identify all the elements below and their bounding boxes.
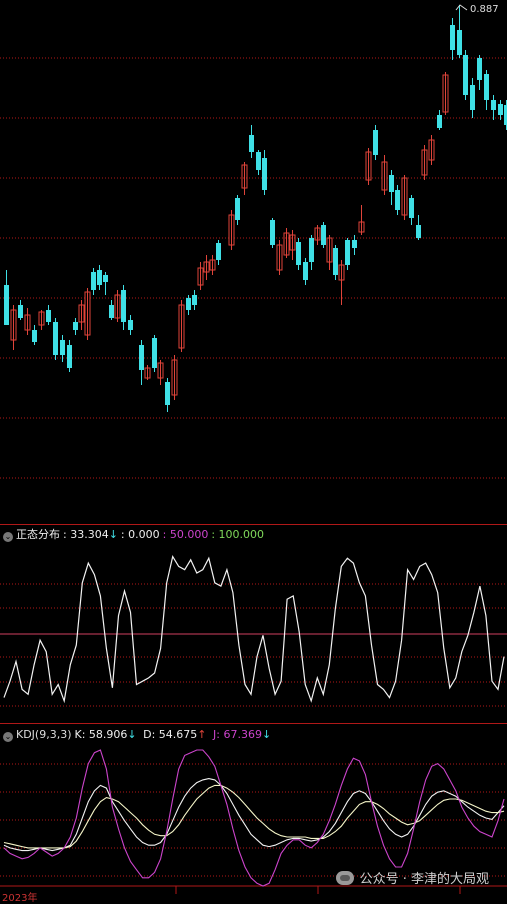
arrow-down-icon: ↓ — [127, 728, 137, 741]
candle-body-down — [437, 115, 442, 128]
candle-body-down — [270, 220, 275, 245]
candle-body-down — [457, 30, 462, 55]
price-high-label: 0.887 — [470, 4, 499, 15]
candle-body-down — [67, 345, 72, 368]
high-marker — [455, 4, 468, 11]
candlestick-chart[interactable] — [0, 0, 507, 525]
candle-body-down — [345, 240, 350, 265]
candle-body-down — [192, 295, 197, 305]
candle-body-down — [395, 190, 400, 210]
kdj-d: D: 54.675 — [143, 728, 198, 741]
indicator2-header: ⌄ KDJ(9,3,3) K: 58.906↓ D: 54.675↑ J: 67.3… — [0, 726, 507, 744]
series-kdj-d — [3, 784, 505, 849]
kdj-name: KDJ(9,3,3) — [16, 728, 72, 741]
candle-body-down — [373, 130, 378, 155]
candle-body-down — [256, 152, 261, 170]
candle-body-down — [389, 175, 394, 192]
candle-body-down — [165, 382, 170, 405]
candle-body-down — [309, 238, 314, 262]
candle-body-down — [32, 330, 37, 342]
series-kdj-j — [3, 749, 505, 887]
candle-body-down — [128, 320, 133, 330]
candle-body-down — [18, 305, 23, 318]
candle-body-down — [470, 85, 475, 110]
candle-body-down — [262, 158, 267, 190]
candle-body-down — [4, 285, 9, 325]
candle-body-down — [186, 298, 191, 310]
candle-body-down — [91, 272, 96, 290]
indicator1-v2: : 0.000 — [120, 528, 160, 541]
series-normal-distribution — [3, 555, 505, 704]
candle-body-down — [152, 338, 157, 368]
wechat-icon — [335, 870, 354, 885]
candle-body-down — [109, 305, 114, 318]
candle-body-down — [416, 225, 421, 238]
candle-body-down — [53, 322, 58, 355]
candle-body-down — [477, 58, 482, 80]
candle-body-down — [491, 100, 496, 110]
candle-body-down — [463, 55, 468, 95]
watermark: 公众号 · 李津的大局观 — [335, 868, 489, 887]
arrow-down-icon: ↓ — [261, 728, 272, 741]
candle-body-down — [121, 290, 126, 322]
watermark-text: 公众号 · 李津的大局观 — [359, 872, 489, 887]
candle-body-down — [296, 242, 301, 265]
candle-body-down — [249, 135, 254, 152]
candle-body-down — [321, 225, 326, 245]
normal-distribution-chart[interactable] — [0, 544, 507, 724]
candle-body-down — [409, 198, 414, 218]
arrow-up-icon: ↑ — [197, 728, 207, 741]
candle-body-down — [333, 248, 338, 275]
candle-body-down — [46, 310, 51, 322]
indicator1-value: : 33.304 — [63, 528, 109, 541]
candle-body-down — [303, 262, 308, 280]
candle-body-down — [235, 198, 240, 220]
candle-body-down — [139, 345, 144, 370]
kdj-k: K: 58.906 — [74, 728, 128, 741]
candle-body-down — [73, 322, 78, 330]
candle-body-down — [498, 104, 503, 115]
indicator1-v3: : 50.000 — [162, 528, 209, 541]
kdj-j: J: 67.369 — [213, 728, 262, 741]
candle-body-down — [484, 74, 489, 100]
arrow-down-icon: ↓ — [108, 528, 118, 541]
candle-body-down — [60, 340, 65, 355]
indicator1-name: 正态分布 — [16, 528, 60, 541]
candle-body-down — [97, 270, 102, 285]
chevron-down-icon[interactable]: ⌄ — [3, 532, 13, 542]
candle-body-down — [103, 275, 108, 282]
indicator1-header: ⌄ 正态分布: 33.304↓: 0.000: 50.000: 100.000 — [0, 526, 507, 544]
candle-body-down — [352, 240, 357, 248]
chevron-down-icon[interactable]: ⌄ — [3, 732, 13, 742]
candle-body-down — [450, 25, 455, 50]
indicator1-v4: : 100.000 — [211, 528, 265, 541]
x-axis-year-label: 2023年 — [2, 893, 38, 904]
candle-body-down — [216, 243, 221, 260]
